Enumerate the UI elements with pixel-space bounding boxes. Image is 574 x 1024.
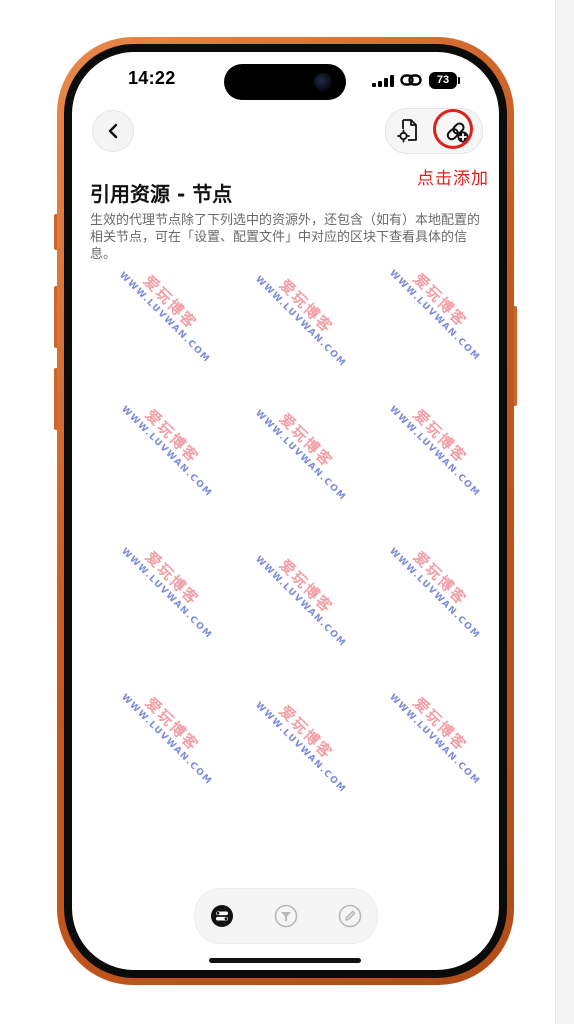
watermark: 爱玩博客 WWW.LUVWAN.COM	[117, 270, 212, 366]
watermark: 爱玩博客 WWW.LUVWAN.COM	[253, 274, 348, 370]
back-button[interactable]	[92, 110, 134, 152]
battery-tip	[458, 77, 460, 84]
page-title: 引用资源 - 节点	[90, 182, 233, 206]
filter-icon	[274, 904, 298, 928]
file-gear-icon	[397, 119, 417, 143]
watermark: 爱玩博客 WWW.LUVWAN.COM	[253, 700, 348, 796]
status-time: 14:22	[128, 68, 176, 88]
toggle-list-icon	[211, 905, 233, 927]
watermark: 爱玩博客 WWW.LUVWAN.COM	[253, 408, 348, 504]
watermark: 爱玩博客 WWW.LUVWAN.COM	[387, 404, 482, 500]
chevron-left-icon	[108, 123, 118, 139]
dynamic-island	[224, 64, 346, 100]
toolbar-nodes-button[interactable]	[209, 903, 235, 929]
page-description: 生效的代理节点除了下列选中的资源外，还包含（如有）本地配置的相关节点，可在「设置…	[90, 213, 481, 262]
annotation-label: 点击添加	[417, 169, 489, 189]
watermark: 爱玩博客 WWW.LUVWAN.COM	[387, 268, 482, 364]
watermark: 爱玩博客 WWW.LUVWAN.COM	[119, 404, 214, 500]
battery-level: 73	[429, 72, 457, 89]
front-camera	[314, 73, 332, 91]
toolbar-filter-button[interactable]	[273, 903, 299, 929]
watermark: 爱玩博客 WWW.LUVWAN.COM	[253, 554, 348, 650]
annotation-highlight-circle	[433, 109, 473, 149]
page-edge-strip	[555, 0, 574, 1024]
bottom-toolbar	[194, 888, 378, 944]
toolbar-edit-button[interactable]	[337, 903, 363, 929]
screenshot-canvas: 14:22 73 点击添加 引用资源 - 节点 生效的代理节点除了下列选中的资源…	[0, 0, 574, 1024]
watermark: 爱玩博客 WWW.LUVWAN.COM	[387, 692, 482, 788]
vpn-link-icon	[400, 71, 422, 93]
config-file-button[interactable]	[394, 116, 424, 146]
signal-icon	[372, 75, 394, 87]
watermark: 爱玩博客 WWW.LUVWAN.COM	[387, 546, 482, 642]
watermark: 爱玩博客 WWW.LUVWAN.COM	[119, 546, 214, 642]
watermark: 爱玩博客 WWW.LUVWAN.COM	[119, 692, 214, 788]
edit-icon	[338, 904, 362, 928]
home-indicator	[209, 958, 361, 963]
phone-screen: 14:22 73 点击添加 引用资源 - 节点 生效的代理节点除了下列选中的资源…	[72, 52, 499, 970]
